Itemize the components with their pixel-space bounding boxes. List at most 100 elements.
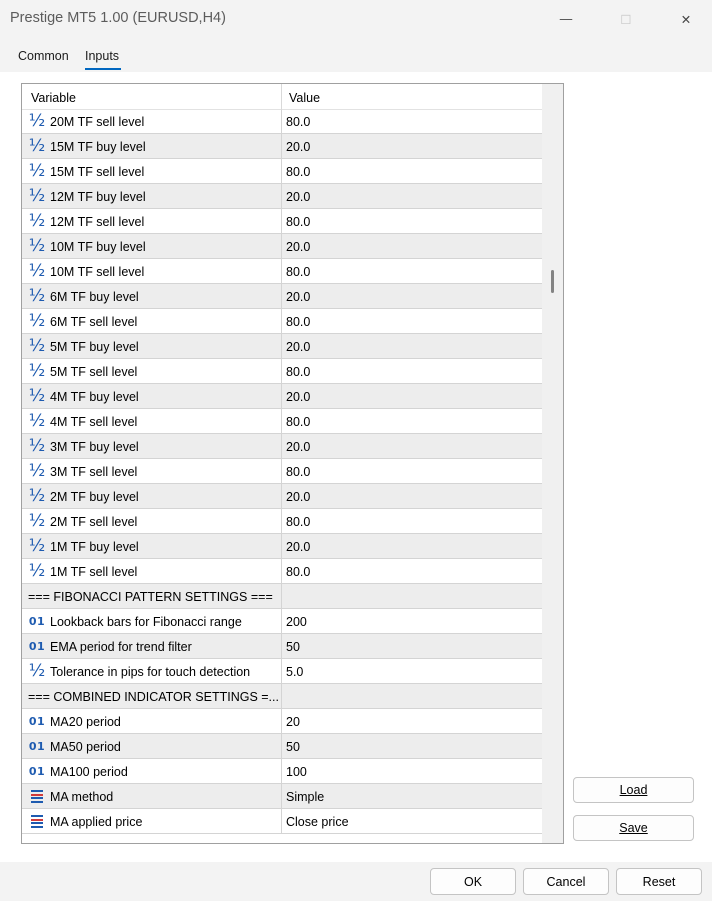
variable-value[interactable]: 20.0: [286, 440, 310, 454]
table-row[interactable]: 01 Lookback bars for Fibonacci range 200: [22, 609, 542, 634]
table-row[interactable]: 01 EMA period for trend filter 50: [22, 634, 542, 659]
variable-value[interactable]: 80.0: [286, 165, 310, 179]
table-row[interactable]: ½ 2M TF sell level 80.0: [22, 509, 542, 534]
table-row[interactable]: ½ 2M TF buy level 20.0: [22, 484, 542, 509]
reset-button[interactable]: Reset: [616, 868, 702, 895]
variable-value[interactable]: 80.0: [286, 115, 310, 129]
double-type-icon: ½: [27, 235, 47, 257]
table-row[interactable]: 01 MA20 period 20: [22, 709, 542, 734]
double-type-icon: ½: [27, 410, 47, 432]
table-row[interactable]: ½ 5M TF buy level 20.0: [22, 334, 542, 359]
variable-value[interactable]: 80.0: [286, 515, 310, 529]
column-divider: [281, 234, 282, 259]
double-type-glyph: ½: [28, 485, 46, 506]
variable-value[interactable]: 100: [286, 765, 307, 779]
variable-name: 1M TF sell level: [50, 565, 138, 579]
variable-name: === COMBINED INDICATOR SETTINGS =...: [28, 690, 279, 704]
table-row[interactable]: ½ 6M TF buy level 20.0: [22, 284, 542, 309]
variable-value[interactable]: 80.0: [286, 315, 310, 329]
vertical-scrollbar[interactable]: [542, 84, 563, 843]
load-button[interactable]: Load: [573, 777, 694, 803]
table-row[interactable]: ½ 4M TF buy level 20.0: [22, 384, 542, 409]
variable-value[interactable]: 20.0: [286, 490, 310, 504]
table-row[interactable]: ½ 20M TF sell level 80.0: [22, 109, 542, 134]
variable-value[interactable]: 80.0: [286, 265, 310, 279]
minimize-button[interactable]: —: [536, 0, 596, 38]
variable-name: 4M TF buy level: [50, 390, 139, 404]
ok-button[interactable]: OK: [430, 868, 516, 895]
double-type-icon: ½: [27, 260, 47, 282]
variable-value[interactable]: 20.0: [286, 140, 310, 154]
table-row[interactable]: ½ 10M TF buy level 20.0: [22, 234, 542, 259]
table-row[interactable]: 01 MA50 period 50: [22, 734, 542, 759]
variable-value[interactable]: 20.0: [286, 340, 310, 354]
table-row[interactable]: MA method Simple: [22, 784, 542, 809]
variable-value[interactable]: 200: [286, 615, 307, 629]
table-row[interactable]: ½ 15M TF buy level 20.0: [22, 134, 542, 159]
save-button[interactable]: Save: [573, 815, 694, 841]
scrollbar-thumb[interactable]: [551, 270, 554, 293]
tab-common[interactable]: Common: [18, 49, 69, 63]
variable-name: 10M TF sell level: [50, 265, 145, 279]
variable-value[interactable]: 80.0: [286, 465, 310, 479]
table-row[interactable]: ½ 15M TF sell level 80.0: [22, 159, 542, 184]
table-row[interactable]: ½ 4M TF sell level 80.0: [22, 409, 542, 434]
variable-name: 12M TF buy level: [50, 190, 146, 204]
variable-value[interactable]: 5.0: [286, 665, 303, 679]
close-button[interactable]: ✕: [656, 0, 712, 38]
header-variable[interactable]: Variable: [31, 91, 76, 105]
integer-type-glyph: 01: [28, 639, 46, 653]
integer-type-icon: 01: [27, 760, 47, 782]
table-row[interactable]: ½ 3M TF sell level 80.0: [22, 459, 542, 484]
tab-inputs[interactable]: Inputs: [85, 49, 119, 63]
column-divider: [281, 259, 282, 284]
variable-value[interactable]: Close price: [286, 815, 349, 829]
variable-name: === FIBONACCI PATTERN SETTINGS ===: [28, 590, 273, 604]
variable-value[interactable]: 50: [286, 640, 300, 654]
table-row[interactable]: ½ 1M TF sell level 80.0: [22, 559, 542, 584]
variable-name: 5M TF buy level: [50, 340, 139, 354]
variable-name: 2M TF buy level: [50, 490, 139, 504]
variable-value[interactable]: 20.0: [286, 390, 310, 404]
table-row[interactable]: ½ 5M TF sell level 80.0: [22, 359, 542, 384]
variable-value[interactable]: 20.0: [286, 540, 310, 554]
variable-value[interactable]: 80.0: [286, 215, 310, 229]
maximize-button[interactable]: ☐: [596, 0, 656, 38]
table-section-row[interactable]: === FIBONACCI PATTERN SETTINGS ===: [22, 584, 542, 609]
integer-type-glyph: 01: [28, 614, 46, 628]
table-row[interactable]: 01 MA100 period 100: [22, 759, 542, 784]
table-row[interactable]: ½ 12M TF buy level 20.0: [22, 184, 542, 209]
column-divider: [281, 784, 282, 809]
cancel-button[interactable]: Cancel: [523, 868, 609, 895]
variable-value[interactable]: 20: [286, 715, 300, 729]
column-divider: [281, 284, 282, 309]
table-row[interactable]: ½ 10M TF sell level 80.0: [22, 259, 542, 284]
column-divider: [281, 434, 282, 459]
double-type-glyph: ½: [28, 360, 46, 381]
table-row[interactable]: MA applied price Close price: [22, 809, 542, 834]
variable-name: Tolerance in pips for touch detection: [50, 665, 251, 679]
double-type-glyph: ½: [28, 210, 46, 231]
column-divider: [281, 484, 282, 509]
variable-value[interactable]: 20.0: [286, 190, 310, 204]
variable-value[interactable]: 20.0: [286, 290, 310, 304]
table-row[interactable]: ½ 3M TF buy level 20.0: [22, 434, 542, 459]
table-row[interactable]: ½ Tolerance in pips for touch detection 5.…: [22, 659, 542, 684]
variable-name: MA method: [50, 790, 114, 804]
variable-value[interactable]: Simple: [286, 790, 324, 804]
variable-value[interactable]: 80.0: [286, 365, 310, 379]
table-row[interactable]: ½ 12M TF sell level 80.0: [22, 209, 542, 234]
header-value[interactable]: Value: [289, 91, 320, 105]
table-section-row[interactable]: === COMBINED INDICATOR SETTINGS =...: [22, 684, 542, 709]
column-divider: [281, 559, 282, 584]
column-divider: [281, 109, 282, 134]
variable-value[interactable]: 80.0: [286, 565, 310, 579]
variable-value[interactable]: 80.0: [286, 415, 310, 429]
column-divider: [281, 584, 282, 609]
variable-value[interactable]: 50: [286, 740, 300, 754]
double-type-glyph: ½: [28, 660, 46, 681]
enum-list-line: [31, 790, 43, 792]
variable-value[interactable]: 20.0: [286, 240, 310, 254]
table-row[interactable]: ½ 6M TF sell level 80.0: [22, 309, 542, 334]
table-row[interactable]: ½ 1M TF buy level 20.0: [22, 534, 542, 559]
